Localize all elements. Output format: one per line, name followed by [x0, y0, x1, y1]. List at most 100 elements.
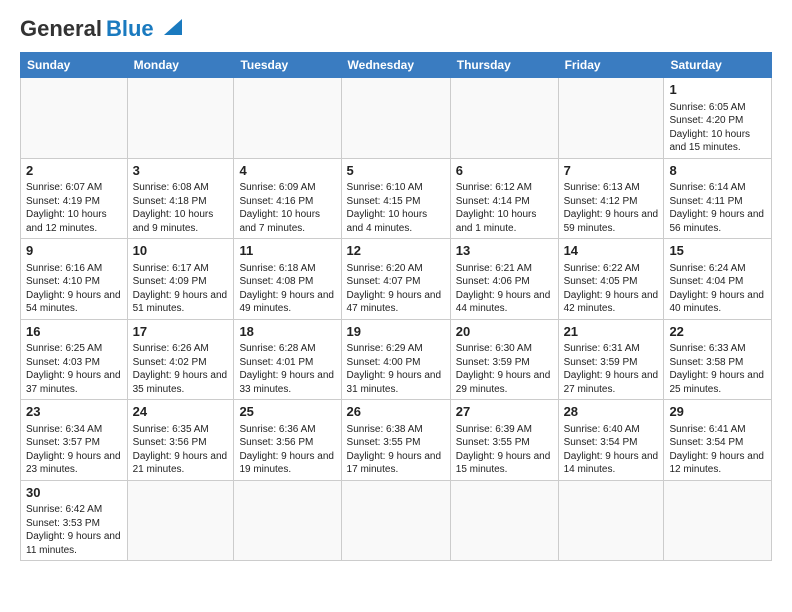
day-info: Sunset: 4:11 PM [669, 195, 766, 209]
day-info: Daylight: 9 hours and 12 minutes. [669, 450, 766, 477]
day-number: 17 [133, 323, 229, 341]
day-info: Sunrise: 6:18 AM [239, 262, 335, 276]
day-info: Sunrise: 6:30 AM [456, 342, 553, 356]
day-number: 6 [456, 162, 553, 180]
weekday-header-tuesday: Tuesday [234, 53, 341, 78]
day-info: Sunrise: 6:10 AM [347, 181, 445, 195]
day-info: Sunset: 3:54 PM [564, 436, 659, 450]
day-info: Daylight: 9 hours and 21 minutes. [133, 450, 229, 477]
day-info: Sunrise: 6:09 AM [239, 181, 335, 195]
calendar-cell [127, 480, 234, 561]
day-number: 27 [456, 403, 553, 421]
day-number: 14 [564, 242, 659, 260]
calendar-week-row: 1Sunrise: 6:05 AMSunset: 4:20 PMDaylight… [21, 78, 772, 159]
day-number: 25 [239, 403, 335, 421]
day-info: Sunset: 4:05 PM [564, 275, 659, 289]
day-info: Sunset: 4:15 PM [347, 195, 445, 209]
day-info: Sunrise: 6:17 AM [133, 262, 229, 276]
day-info: Sunset: 4:00 PM [347, 356, 445, 370]
day-info: Sunrise: 6:39 AM [456, 423, 553, 437]
day-info: Sunset: 4:01 PM [239, 356, 335, 370]
day-info: Sunset: 4:06 PM [456, 275, 553, 289]
calendar-cell: 12Sunrise: 6:20 AMSunset: 4:07 PMDayligh… [341, 239, 450, 320]
day-number: 11 [239, 242, 335, 260]
day-info: Sunset: 4:10 PM [26, 275, 122, 289]
calendar-cell [21, 78, 128, 159]
day-info: Daylight: 9 hours and 23 minutes. [26, 450, 122, 477]
day-info: Daylight: 9 hours and 17 minutes. [347, 450, 445, 477]
day-info: Daylight: 9 hours and 14 minutes. [564, 450, 659, 477]
logo: General Blue [20, 16, 182, 42]
day-info: Sunrise: 6:36 AM [239, 423, 335, 437]
day-number: 16 [26, 323, 122, 341]
calendar-cell: 22Sunrise: 6:33 AMSunset: 3:58 PMDayligh… [664, 319, 772, 400]
day-number: 26 [347, 403, 445, 421]
day-info: Daylight: 9 hours and 40 minutes. [669, 289, 766, 316]
calendar-cell: 7Sunrise: 6:13 AMSunset: 4:12 PMDaylight… [558, 158, 664, 239]
day-info: Sunrise: 6:24 AM [669, 262, 766, 276]
day-number: 30 [26, 484, 122, 502]
day-info: Sunrise: 6:40 AM [564, 423, 659, 437]
day-number: 5 [347, 162, 445, 180]
day-info: Sunset: 3:53 PM [26, 517, 122, 531]
calendar-cell: 21Sunrise: 6:31 AMSunset: 3:59 PMDayligh… [558, 319, 664, 400]
day-info: Sunset: 4:02 PM [133, 356, 229, 370]
day-info: Daylight: 9 hours and 15 minutes. [456, 450, 553, 477]
calendar-cell [127, 78, 234, 159]
day-number: 8 [669, 162, 766, 180]
day-info: Sunrise: 6:16 AM [26, 262, 122, 276]
calendar-cell: 8Sunrise: 6:14 AMSunset: 4:11 PMDaylight… [664, 158, 772, 239]
day-info: Daylight: 9 hours and 35 minutes. [133, 369, 229, 396]
day-info: Sunrise: 6:07 AM [26, 181, 122, 195]
day-info: Daylight: 9 hours and 42 minutes. [564, 289, 659, 316]
calendar-cell [664, 480, 772, 561]
calendar-cell: 24Sunrise: 6:35 AMSunset: 3:56 PMDayligh… [127, 400, 234, 481]
header: General Blue [20, 16, 772, 42]
day-info: Sunrise: 6:13 AM [564, 181, 659, 195]
calendar-cell: 18Sunrise: 6:28 AMSunset: 4:01 PMDayligh… [234, 319, 341, 400]
day-info: Daylight: 9 hours and 25 minutes. [669, 369, 766, 396]
weekday-header-sunday: Sunday [21, 53, 128, 78]
calendar-cell: 26Sunrise: 6:38 AMSunset: 3:55 PMDayligh… [341, 400, 450, 481]
day-info: Sunrise: 6:14 AM [669, 181, 766, 195]
weekday-header-row: SundayMondayTuesdayWednesdayThursdayFrid… [21, 53, 772, 78]
day-info: Sunset: 3:59 PM [456, 356, 553, 370]
calendar-week-row: 16Sunrise: 6:25 AMSunset: 4:03 PMDayligh… [21, 319, 772, 400]
day-info: Daylight: 9 hours and 44 minutes. [456, 289, 553, 316]
day-info: Sunset: 3:54 PM [669, 436, 766, 450]
day-info: Daylight: 9 hours and 19 minutes. [239, 450, 335, 477]
day-number: 29 [669, 403, 766, 421]
calendar-cell: 23 Sunrise: 6:34 AMSunset: 3:57 PMDayligh… [21, 400, 128, 481]
day-info: Sunrise: 6:38 AM [347, 423, 445, 437]
calendar-cell: 16Sunrise: 6:25 AMSunset: 4:03 PMDayligh… [21, 319, 128, 400]
day-info: Daylight: 9 hours and 27 minutes. [564, 369, 659, 396]
day-info: Sunrise: 6:08 AM [133, 181, 229, 195]
logo-label-blue: Blue [106, 16, 154, 42]
logo-label-general: General [20, 16, 102, 42]
day-info: Daylight: 9 hours and 33 minutes. [239, 369, 335, 396]
day-number: 22 [669, 323, 766, 341]
day-info: Daylight: 9 hours and 49 minutes. [239, 289, 335, 316]
day-info: Daylight: 10 hours and 12 minutes. [26, 208, 122, 235]
day-info: Sunrise: 6:28 AM [239, 342, 335, 356]
page: General Blue SundayMondayTuesdayWednesda… [0, 0, 792, 571]
day-number: 24 [133, 403, 229, 421]
calendar-cell: 1Sunrise: 6:05 AMSunset: 4:20 PMDaylight… [664, 78, 772, 159]
calendar-cell [558, 78, 664, 159]
day-info: Sunset: 4:08 PM [239, 275, 335, 289]
day-info: Daylight: 9 hours and 54 minutes. [26, 289, 122, 316]
calendar-cell: 28Sunrise: 6:40 AMSunset: 3:54 PMDayligh… [558, 400, 664, 481]
day-info: Sunset: 4:03 PM [26, 356, 122, 370]
weekday-header-monday: Monday [127, 53, 234, 78]
calendar-cell: 11 Sunrise: 6:18 AMSunset: 4:08 PMDayligh… [234, 239, 341, 320]
day-number: 19 [347, 323, 445, 341]
day-number: 9 [26, 242, 122, 260]
day-number: 23 [26, 403, 122, 421]
day-info: Daylight: 9 hours and 47 minutes. [347, 289, 445, 316]
calendar-cell: 5Sunrise: 6:10 AMSunset: 4:15 PMDaylight… [341, 158, 450, 239]
day-info: Daylight: 10 hours and 4 minutes. [347, 208, 445, 235]
weekday-header-saturday: Saturday [664, 53, 772, 78]
day-info: Sunrise: 6:34 AM [26, 423, 122, 437]
calendar-cell: 4Sunrise: 6:09 AMSunset: 4:16 PMDaylight… [234, 158, 341, 239]
day-info: Sunset: 3:57 PM [26, 436, 122, 450]
